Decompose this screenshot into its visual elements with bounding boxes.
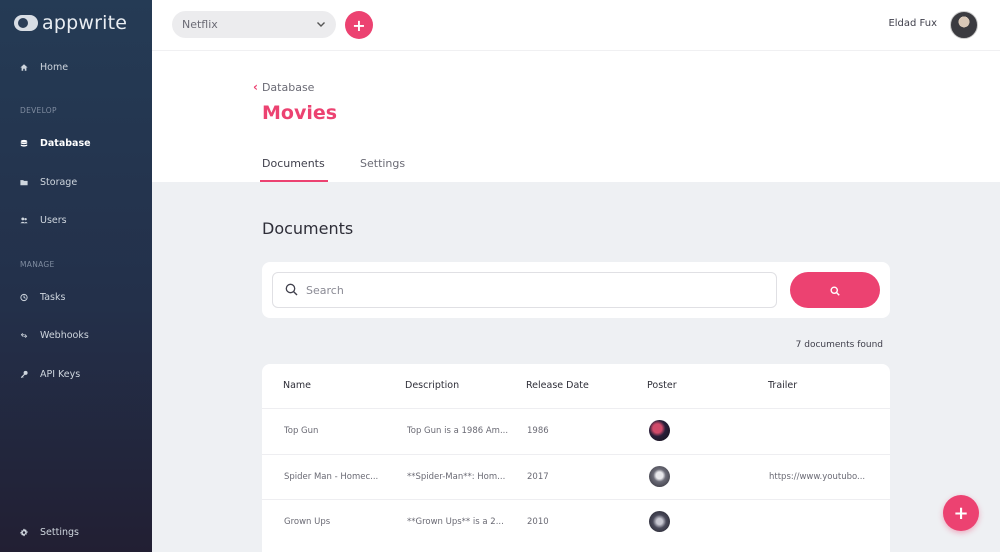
project-select-value: Netflix	[182, 18, 218, 31]
page-title: Movies	[262, 102, 338, 124]
gear-icon	[20, 528, 28, 537]
sidebar-item-label: Tasks	[40, 292, 66, 303]
sidebar: appwrite Home DEVELOP Database Storage U…	[0, 0, 152, 552]
cell-description: **Grown Ups** is a 2...	[407, 517, 504, 527]
link-icon	[20, 332, 28, 340]
search-button[interactable]	[790, 272, 880, 308]
cell-name: Top Gun	[284, 426, 319, 436]
sidebar-item-settings[interactable]: Settings	[20, 527, 79, 538]
home-icon	[20, 64, 28, 72]
cell-description: **Spider-Man**: Hom...	[407, 472, 506, 482]
logo-text: appwrite	[42, 12, 128, 34]
search-field[interactable]	[272, 272, 777, 308]
search-input[interactable]	[306, 283, 746, 297]
clock-icon	[20, 293, 28, 302]
column-header-release-date: Release Date	[526, 380, 589, 391]
sidebar-item-storage[interactable]: Storage	[20, 177, 77, 188]
breadcrumb[interactable]: ‹ Database	[253, 80, 314, 94]
poster-thumbnail[interactable]	[649, 466, 670, 487]
section-label-develop: DEVELOP	[20, 106, 57, 115]
table-row[interactable]: Spider Man - Homec... **Spider-Man**: Ho…	[262, 454, 890, 499]
add-project-button[interactable]: +	[345, 11, 373, 39]
add-document-button[interactable]: +	[943, 495, 979, 531]
search-icon	[830, 281, 840, 300]
cell-description: Top Gun is a 1986 Am...	[407, 426, 509, 436]
active-tab-indicator	[260, 180, 328, 182]
cell-release-date: 1986	[527, 426, 549, 436]
poster-thumbnail[interactable]	[649, 420, 670, 441]
sidebar-item-label: Settings	[40, 527, 79, 538]
table-row[interactable]: Grown Ups **Grown Ups** is a 2... 2010	[262, 499, 890, 544]
sidebar-item-home[interactable]: Home	[20, 62, 68, 73]
chevron-down-icon	[316, 19, 326, 32]
column-header-trailer: Trailer	[768, 380, 798, 391]
breadcrumb-label: Database	[261, 80, 315, 94]
sidebar-item-api-keys[interactable]: API Keys	[20, 369, 80, 380]
sidebar-item-tasks[interactable]: Tasks	[20, 292, 65, 303]
database-icon	[20, 139, 28, 148]
column-header-name: Name	[283, 380, 312, 391]
plus-icon: +	[352, 15, 366, 35]
top-bar: Netflix + Eldad Fux	[152, 0, 1000, 50]
cell-name: Grown Ups	[284, 517, 331, 527]
column-header-poster: Poster	[647, 380, 677, 391]
logo-icon	[14, 15, 38, 31]
section-title: Documents	[262, 219, 354, 238]
cell-trailer[interactable]: https://www.youtubo...	[769, 472, 879, 482]
chevron-left-icon: ‹	[253, 80, 258, 94]
page-header: ‹ Database Movies Documents Settings	[152, 50, 1000, 182]
appwrite-logo[interactable]: appwrite	[14, 12, 127, 34]
table-row[interactable]: Top Gun Top Gun is a 1986 Am... 1986	[262, 408, 890, 453]
cell-release-date: 2010	[527, 517, 549, 527]
sidebar-item-label: Database	[40, 138, 91, 149]
column-header-description: Description	[405, 380, 460, 391]
plus-icon: +	[953, 502, 969, 524]
tab-settings[interactable]: Settings	[360, 157, 405, 170]
documents-count: 7 documents found	[795, 340, 883, 350]
cell-release-date: 2017	[527, 472, 549, 482]
user-name[interactable]: Eldad Fux	[888, 18, 937, 29]
sidebar-item-label: API Keys	[40, 369, 81, 380]
users-icon	[20, 217, 28, 225]
documents-table: Name Description Release Date Poster Tra…	[262, 364, 890, 552]
tab-documents[interactable]: Documents	[262, 157, 325, 170]
section-label-manage: MANAGE	[20, 260, 55, 269]
sidebar-item-label: Storage	[40, 177, 78, 188]
key-icon	[20, 370, 28, 379]
project-select[interactable]: Netflix	[172, 11, 336, 38]
poster-thumbnail[interactable]	[649, 511, 670, 532]
sidebar-item-database[interactable]: Database	[20, 138, 91, 149]
cell-name: Spider Man - Homec...	[284, 472, 379, 482]
sidebar-item-users[interactable]: Users	[20, 215, 67, 226]
search-card	[262, 262, 890, 318]
avatar[interactable]	[950, 11, 978, 39]
sidebar-item-webhooks[interactable]: Webhooks	[20, 330, 89, 341]
folder-icon	[20, 179, 28, 187]
sidebar-item-label: Webhooks	[40, 330, 89, 341]
sidebar-item-label: Home	[40, 62, 69, 73]
search-icon	[285, 281, 298, 300]
sidebar-item-label: Users	[40, 215, 67, 226]
